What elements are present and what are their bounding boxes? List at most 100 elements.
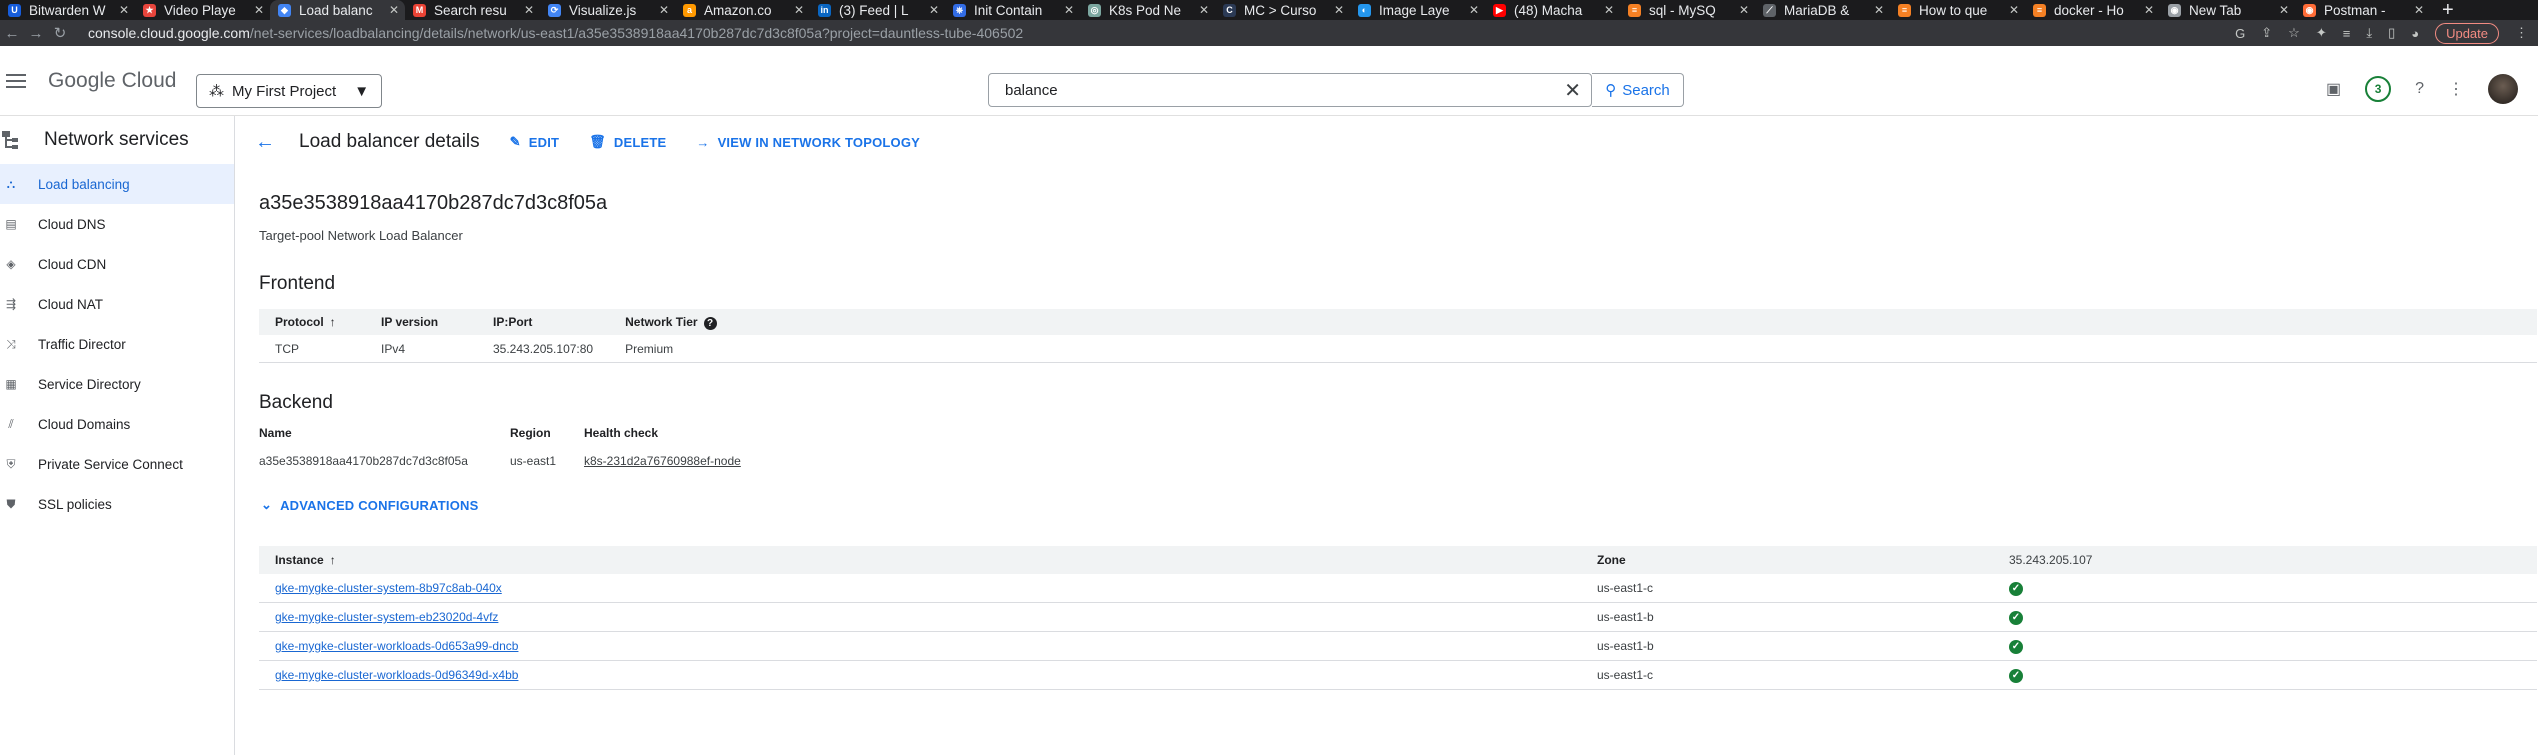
health-check-label: Health check — [584, 426, 659, 440]
tab-close-icon[interactable]: ✕ — [1064, 3, 1074, 17]
column-label: Network Tier — [625, 314, 698, 329]
table-row: gke-mygke-cluster-workloads-0d653a99-dnc… — [259, 631, 2537, 661]
table-row: gke-mygke-cluster-workloads-0d96349d-x4b… — [259, 660, 2537, 690]
sidebar-item-traffic-director[interactable]: ⤨ Traffic Director — [0, 324, 234, 364]
sidebar-item-cloud-dns[interactable]: ▤ Cloud DNS — [0, 204, 234, 244]
delete-button[interactable]: 🗑 DELETE — [589, 134, 666, 150]
column-header-protocol[interactable]: Protocol ↑ — [259, 309, 365, 335]
tab-favicon-icon: ⟋ — [1763, 3, 1776, 17]
share-icon[interactable]: ⇪ — [2261, 25, 2272, 41]
sidebar-item-ssl-policies[interactable]: ⛊ SSL policies — [0, 484, 234, 524]
browser-address-bar: ← → ↻ console.cloud.google.com/net-servi… — [0, 20, 2538, 46]
tab-close-icon[interactable]: ✕ — [389, 3, 399, 17]
instance-link[interactable]: gke-mygke-cluster-system-8b97c8ab-040x — [275, 581, 502, 595]
url-field[interactable]: console.cloud.google.com/net-services/lo… — [88, 25, 2235, 41]
console-header: Google Cloud ⁂ My First Project ▼ ✕ ⚲ Se… — [0, 46, 2538, 116]
instance-link[interactable]: gke-mygke-cluster-workloads-0d96349d-x4b… — [275, 668, 518, 682]
browser-tab[interactable]: ★ Video Playe ✕ — [135, 0, 270, 20]
profile-icon[interactable]: ◕ — [2411, 26, 2419, 41]
browser-menu-icon[interactable]: ⋮ — [2515, 25, 2528, 41]
new-tab-icon[interactable]: + — [2442, 0, 2454, 22]
advanced-configurations-label: ADVANCED CONFIGURATIONS — [280, 497, 479, 513]
tab-close-icon[interactable]: ✕ — [2144, 3, 2154, 17]
browser-tab[interactable]: ≡ sql - MySQ ✕ — [1620, 0, 1755, 20]
browser-tab[interactable]: ◐ Image Laye ✕ — [1350, 0, 1485, 20]
browser-tab[interactable]: ◉ New Tab ✕ — [2160, 0, 2295, 20]
arrow-right-icon: → — [696, 134, 710, 150]
browser-tab[interactable]: ◆ Load balanc ✕ — [270, 0, 405, 20]
browser-tab[interactable]: ⎈ Init Contain ✕ — [945, 0, 1080, 20]
help-icon[interactable]: ? — [2415, 80, 2424, 98]
tab-close-icon[interactable]: ✕ — [119, 3, 129, 17]
view-topology-button[interactable]: → VIEW IN NETWORK TOPOLOGY — [696, 135, 920, 150]
tab-close-icon[interactable]: ✕ — [659, 3, 669, 17]
sidebar-item-cloud-domains[interactable]: ⫽ Cloud Domains — [0, 404, 234, 444]
forward-icon[interactable]: → — [24, 25, 48, 42]
instance-link[interactable]: gke-mygke-cluster-workloads-0d653a99-dnc… — [275, 639, 518, 653]
tab-close-icon[interactable]: ✕ — [2009, 3, 2019, 17]
tab-close-icon[interactable]: ✕ — [2279, 3, 2289, 17]
search-button[interactable]: ⚲ Search — [1592, 73, 1684, 107]
main-menu-icon[interactable] — [6, 73, 26, 88]
sidebar-item-service-directory[interactable]: ▦ Service Directory — [0, 364, 234, 404]
tab-close-icon[interactable]: ✕ — [1739, 3, 1749, 17]
bookmark-star-icon[interactable]: ☆ — [2288, 25, 2300, 41]
browser-tab[interactable]: M Search resu ✕ — [405, 0, 540, 20]
tab-close-icon[interactable]: ✕ — [1874, 3, 1884, 17]
back-arrow-icon[interactable]: ← — [255, 131, 279, 154]
extensions-icon[interactable]: ✦ — [2316, 25, 2327, 41]
instance-link[interactable]: gke-mygke-cluster-system-eb23020d-4vfz — [275, 610, 498, 624]
health-check-link[interactable]: k8s-231d2a76760988ef-node — [584, 454, 741, 468]
browser-tab[interactable]: ◉ Postman - ✕ — [2295, 0, 2430, 20]
column-header-zone: Zone — [1581, 546, 1993, 574]
tab-close-icon[interactable]: ✕ — [254, 3, 264, 17]
clear-search-icon[interactable]: ✕ — [1564, 78, 1581, 103]
browser-tab[interactable]: in (3) Feed | L ✕ — [810, 0, 945, 20]
healthy-check-icon: ✓ — [2009, 610, 2023, 625]
side-panel-icon[interactable]: ▯ — [2388, 25, 2395, 41]
tab-title: New Tab — [2189, 2, 2242, 18]
tab-close-icon[interactable]: ✕ — [2414, 3, 2424, 17]
tab-close-icon[interactable]: ✕ — [1604, 3, 1614, 17]
edit-button[interactable]: ✎ EDIT — [510, 134, 560, 150]
notifications-badge[interactable]: 3 — [2365, 76, 2392, 102]
table-cell: Premium — [609, 335, 2537, 363]
project-selector[interactable]: ⁂ My First Project ▼ — [196, 74, 383, 108]
main-content: ← Load balancer details ✎ EDIT 🗑 DELETE → V… — [235, 116, 2538, 755]
cloud-shell-icon[interactable]: ▣ — [2326, 79, 2341, 99]
search-input[interactable] — [1003, 80, 1565, 100]
back-icon[interactable]: ← — [0, 25, 24, 42]
google-lens-icon[interactable]: G — [2235, 26, 2245, 41]
sidebar-item-load-balancing[interactable]: ⛬ Load balancing — [0, 164, 234, 204]
tab-close-icon[interactable]: ✕ — [794, 3, 804, 17]
browser-tab[interactable]: ≡ How to que ✕ — [1890, 0, 2025, 20]
browser-tab[interactable]: C MC > Curso ✕ — [1215, 0, 1350, 20]
sidebar-item-cloud-cdn[interactable]: ◈ Cloud CDN — [0, 244, 234, 284]
browser-tab[interactable]: U Bitwarden W ✕ — [0, 0, 135, 20]
browser-tab[interactable]: ◎ K8s Pod Ne ✕ — [1080, 0, 1215, 20]
browser-tab[interactable]: ⟋ MariaDB & ✕ — [1755, 0, 1890, 20]
tab-close-icon[interactable]: ✕ — [524, 3, 534, 17]
tab-favicon-icon: ◉ — [2168, 3, 2181, 17]
column-header-instance[interactable]: Instance ↑ — [259, 546, 1581, 574]
help-icon[interactable]: ? — [703, 316, 717, 330]
tab-close-icon[interactable]: ✕ — [929, 3, 939, 17]
update-button[interactable]: Update — [2435, 22, 2499, 44]
tab-close-icon[interactable]: ✕ — [1469, 3, 1479, 17]
more-options-icon[interactable]: ⋮ — [2448, 79, 2464, 99]
project-name: My First Project — [232, 82, 337, 100]
browser-tab[interactable]: ⟳ Visualize.js ✕ — [540, 0, 675, 20]
avatar[interactable] — [2488, 74, 2518, 104]
reload-icon[interactable]: ↻ — [48, 24, 72, 42]
advanced-configurations-toggle[interactable]: ⌄ ADVANCED CONFIGURATIONS — [261, 497, 479, 513]
sidebar-item-private-service-connect[interactable]: ⛨ Private Service Connect — [0, 444, 234, 484]
browser-tab[interactable]: ▶ (48) Macha ✕ — [1485, 0, 1620, 20]
browser-tab[interactable]: a Amazon.co ✕ — [675, 0, 810, 20]
browser-tab[interactable]: ≡ docker - Ho ✕ — [2025, 0, 2160, 20]
reading-list-icon[interactable]: ≡ — [2343, 26, 2351, 41]
tab-close-icon[interactable]: ✕ — [1334, 3, 1344, 17]
download-icon[interactable]: ⤓ — [2366, 25, 2372, 41]
sidebar-item-cloud-nat[interactable]: ⇶ Cloud NAT — [0, 284, 234, 324]
google-cloud-logo[interactable]: Google Cloud — [48, 69, 176, 93]
tab-close-icon[interactable]: ✕ — [1199, 3, 1209, 17]
